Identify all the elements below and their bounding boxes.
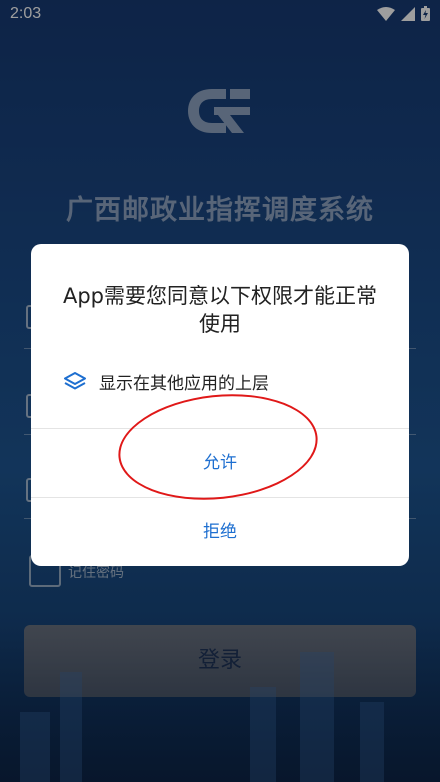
deny-button[interactable]: 拒绝 [31, 498, 409, 566]
permission-row: 显示在其他应用的上层 [63, 369, 269, 394]
layers-icon [64, 371, 86, 389]
dialog-title: App需要您同意以下权限才能正常使用 [62, 284, 378, 336]
permission-label: 显示在其他应用的上层 [99, 374, 269, 394]
